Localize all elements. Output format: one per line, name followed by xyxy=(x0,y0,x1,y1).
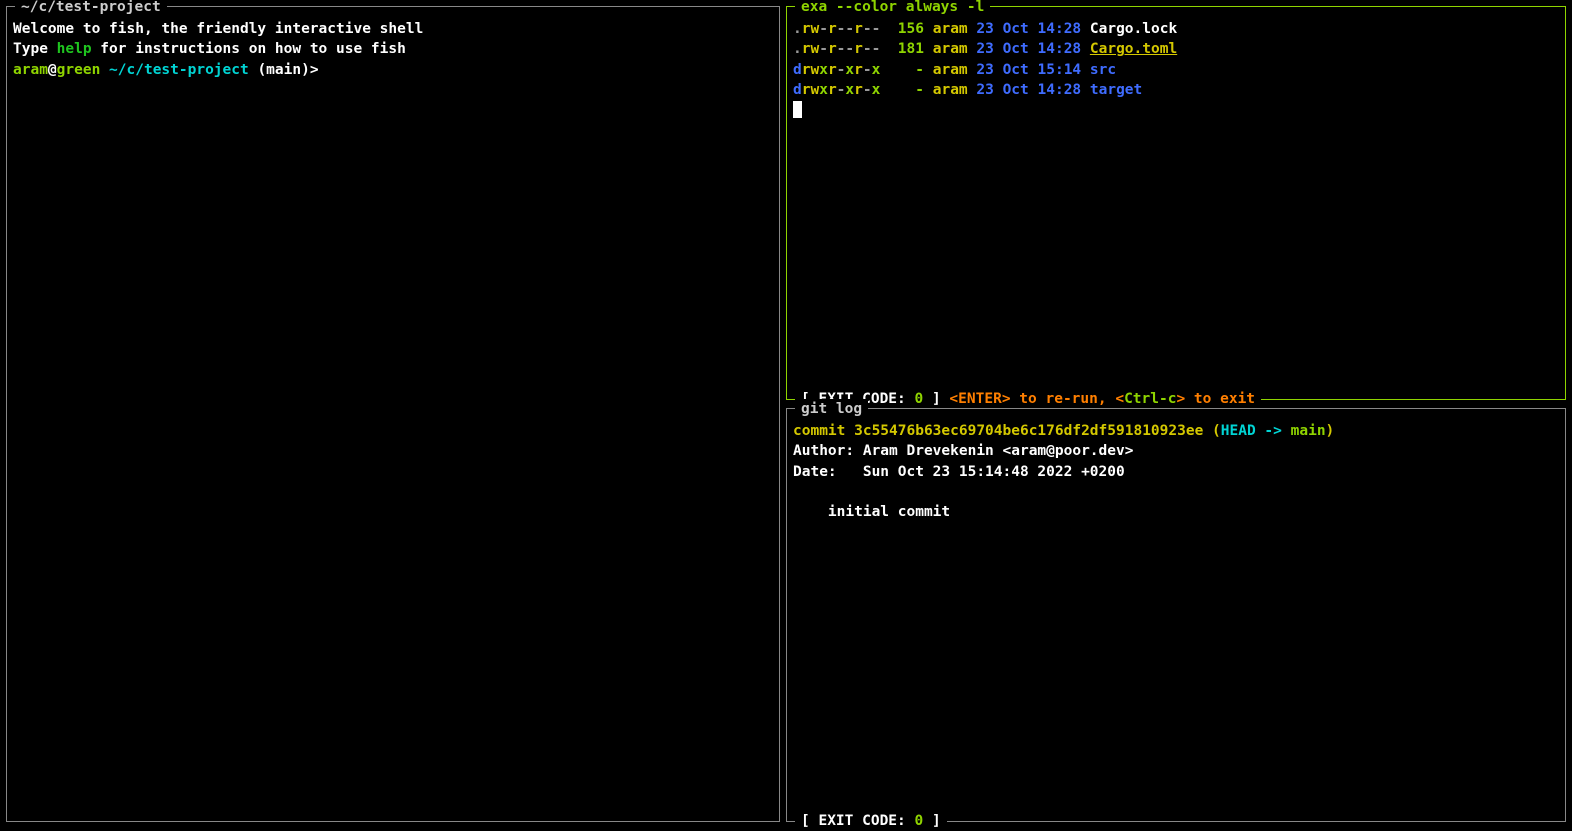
cursor-line xyxy=(793,100,1559,120)
prompt-path: ~/c/test-project xyxy=(100,62,248,78)
welcome-line-2: Type help for instructions on how to use… xyxy=(13,39,773,59)
cursor-block xyxy=(793,101,802,118)
exa-pane-title: exa --color always -l xyxy=(795,0,990,17)
blank-line xyxy=(793,482,1559,502)
right-column: exa --color always -l .rw-r--r-- 156 ara… xyxy=(786,0,1572,828)
commit-line: commit 3c55476b63ec69704be6c176df2df5918… xyxy=(793,421,1559,441)
left-column: ~/c/test-project Welcome to fish, the fr… xyxy=(0,0,786,828)
file-name: Cargo.toml xyxy=(1090,41,1177,57)
file-row: drwxr-xr-x - aram 23 Oct 14:28 target xyxy=(793,80,1559,100)
file-row: .rw-r--r-- 156 aram 23 Oct 14:28 Cargo.l… xyxy=(793,19,1559,39)
branch-name: main xyxy=(1291,423,1326,439)
file-name: src xyxy=(1090,62,1116,78)
exa-pane[interactable]: exa --color always -l .rw-r--r-- 156 ara… xyxy=(786,6,1566,400)
enter-key: ENTER xyxy=(958,391,1002,407)
head-ref: HEAD -> xyxy=(1221,423,1291,439)
git-log-pane[interactable]: git log commit 3c55476b63ec69704be6c176d… xyxy=(786,408,1566,822)
welcome-line-1: Welcome to fish, the friendly interactiv… xyxy=(13,19,773,39)
terminal-layout: ~/c/test-project Welcome to fish, the fr… xyxy=(0,0,1572,828)
prompt-host: green xyxy=(57,62,101,78)
author-line: Author: Aram Drevekenin <aram@poor.dev> xyxy=(793,441,1559,461)
file-row: drwxr-xr-x - aram 23 Oct 15:14 src xyxy=(793,60,1559,80)
prompt-user: aram xyxy=(13,62,48,78)
file-name: target xyxy=(1090,82,1142,98)
commit-message: initial commit xyxy=(793,502,1559,522)
prompt-line[interactable]: aram@green ~/c/test-project (main)> xyxy=(13,60,773,80)
git-log-pane-title: git log xyxy=(795,399,868,419)
exa-listing: .rw-r--r-- 156 aram 23 Oct 14:28 Cargo.l… xyxy=(793,19,1559,100)
date-line: Date: Sun Oct 23 15:14:48 2022 +0200 xyxy=(793,462,1559,482)
shell-pane[interactable]: ~/c/test-project Welcome to fish, the fr… xyxy=(6,6,780,822)
ctrl-c-key: Ctrl-c xyxy=(1124,391,1176,407)
commit-hash: 3c55476b63ec69704be6c176df2df591810923ee xyxy=(854,423,1203,439)
help-word: help xyxy=(57,41,92,57)
prompt-branch: (main) xyxy=(249,62,310,78)
file-name: Cargo.lock xyxy=(1090,21,1177,37)
shell-pane-title: ~/c/test-project xyxy=(15,0,167,17)
file-row: .rw-r--r-- 181 aram 23 Oct 14:28 Cargo.t… xyxy=(793,39,1559,59)
